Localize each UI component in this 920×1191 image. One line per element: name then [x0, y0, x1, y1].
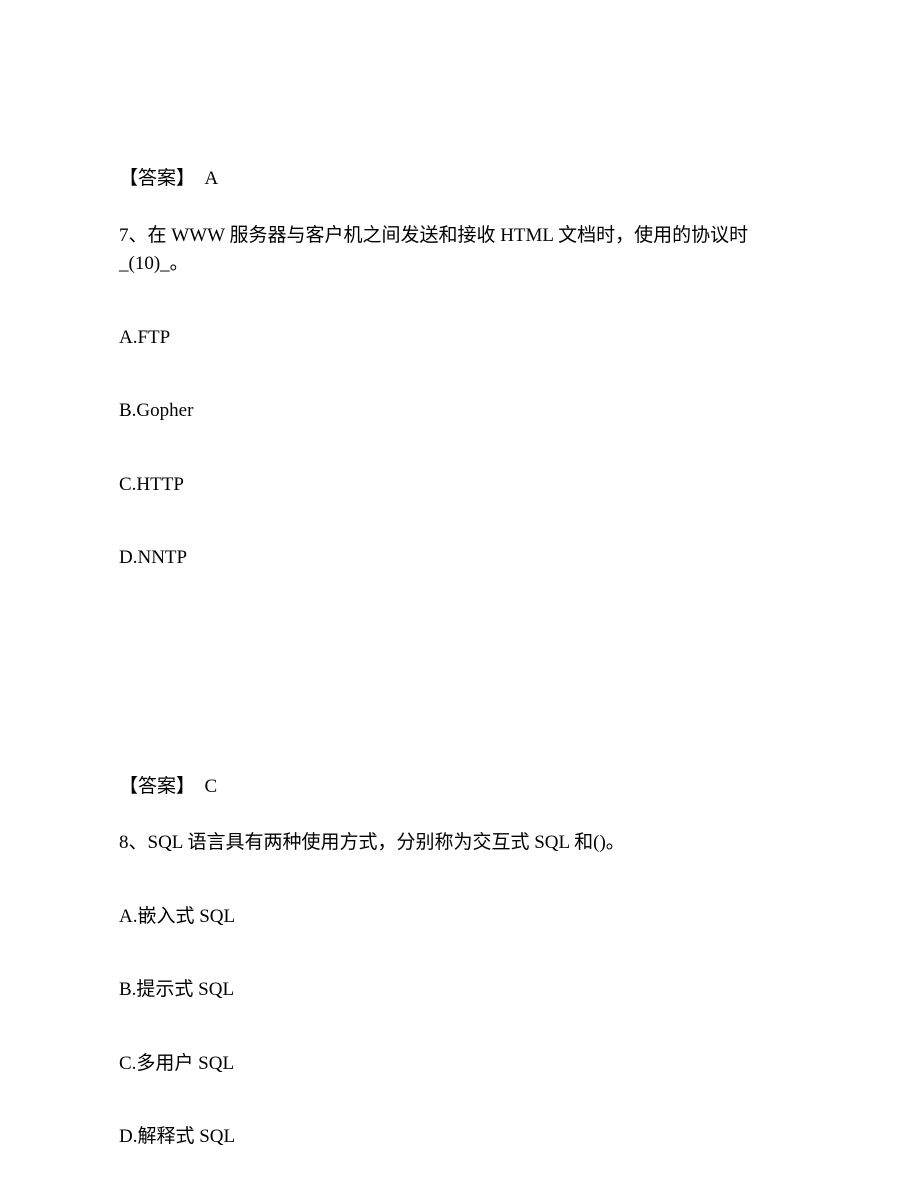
question-8-stem: 8、SQL 语言具有两种使用方式，分别称为交互式 SQL 和()。 [119, 829, 805, 858]
question-8-option-b: B.提示式 SQL [119, 976, 805, 1005]
document-page: 【答案】 A 7、在 WWW 服务器与客户机之间发送和接收 HTML 文档时，使… [0, 0, 920, 1152]
question-7-option-a: A.FTP [119, 324, 805, 353]
question-7-option-d: D.NNTP [119, 544, 805, 573]
answer-label: 【答案】 [119, 776, 195, 797]
question-7-stem: 7、在 WWW 服务器与客户机之间发送和接收 HTML 文档时，使用的协议时_(… [119, 222, 805, 279]
question-8-option-c: C.多用户 SQL [119, 1050, 805, 1079]
question-8-option-a: A.嵌入式 SQL [119, 903, 805, 932]
question-8-option-d: D.解释式 SQL [119, 1123, 805, 1152]
answer-block-7: 【答案】 C [119, 773, 805, 802]
spacer [119, 618, 805, 773]
answer-block-6: 【答案】 A [119, 165, 805, 194]
question-7-option-b: B.Gopher [119, 397, 805, 426]
answer-label: 【答案】 [119, 168, 195, 189]
answer-value: A [205, 168, 219, 189]
question-7-option-c: C.HTTP [119, 471, 805, 500]
answer-value: C [205, 776, 218, 797]
